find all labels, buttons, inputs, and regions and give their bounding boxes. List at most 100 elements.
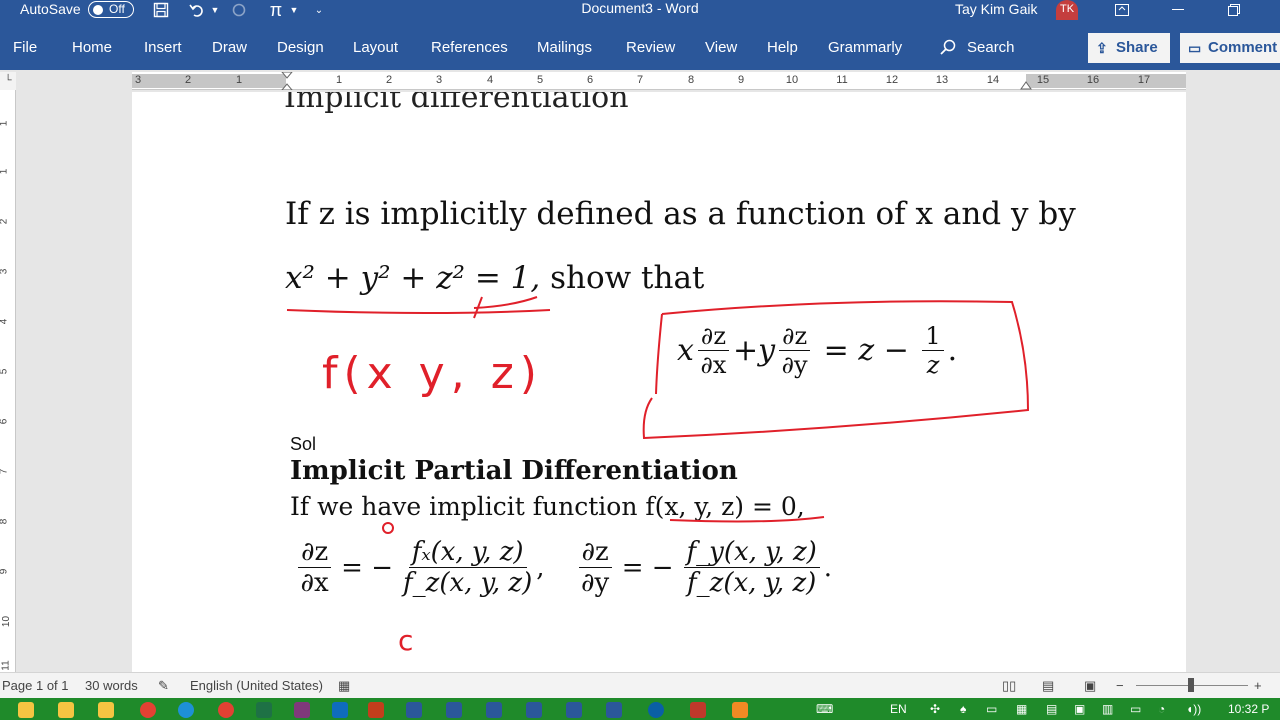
denominator: f_z(x, y, z)	[403, 568, 533, 598]
tab-review[interactable]: Review	[626, 39, 675, 56]
document-page[interactable]: Implicit differentiation If z is implici…	[132, 92, 1186, 672]
chrome-icon[interactable]	[218, 702, 234, 718]
print-layout-icon[interactable]: ▤	[1042, 678, 1054, 694]
indent-marker-icon[interactable]	[280, 72, 294, 90]
word-icon[interactable]	[566, 702, 582, 718]
network-icon[interactable]: ◔	[1158, 702, 1165, 716]
vertical-ruler[interactable]: 1 1 2 3 4 5 6 7 8 9 10 11	[0, 90, 16, 672]
target-identity[interactable]: x ∂z ∂x + y ∂z ∂y = z − 1 z .	[677, 322, 957, 379]
user-name[interactable]: Tay Kim Gaik	[955, 0, 1037, 18]
tab-mailings[interactable]: Mailings	[537, 39, 592, 56]
undo-icon[interactable]	[186, 0, 208, 20]
ruler-mark: 8	[0, 519, 9, 525]
left-margin-area	[132, 74, 286, 88]
tray-app-icon[interactable]: ▤	[1046, 702, 1057, 716]
word-count[interactable]: 30 words	[85, 678, 138, 693]
tab-insert[interactable]: Insert	[144, 39, 182, 56]
outlook-icon[interactable]	[332, 702, 348, 718]
powerpoint-icon[interactable]	[368, 702, 384, 718]
tray-app-icon[interactable]: ✣	[930, 702, 940, 716]
input-language[interactable]: EN	[890, 702, 907, 716]
read-mode-icon[interactable]: ▯▯	[1002, 678, 1016, 694]
keyboard-icon[interactable]: ⌨	[816, 702, 833, 716]
undo-dropdown-icon[interactable]: ▼	[209, 0, 221, 20]
tab-view[interactable]: View	[705, 39, 737, 56]
vlc-icon[interactable]	[732, 702, 748, 718]
user-avatar[interactable]: TK	[1056, 0, 1078, 20]
underline-stroke	[286, 309, 551, 314]
autosave-toggle[interactable]: Off	[88, 1, 134, 18]
problem-statement-line2[interactable]: x² + y² + z² = 1, show that	[285, 260, 704, 296]
ruler-mark: 2	[0, 219, 9, 225]
word-icon[interactable]	[526, 702, 542, 718]
word-icon[interactable]	[406, 702, 422, 718]
tray-app-icon[interactable]: ▥	[1102, 702, 1113, 716]
macro-icon[interactable]: ▦	[338, 678, 350, 694]
folder-icon[interactable]	[58, 702, 74, 718]
restore-icon[interactable]	[1224, 0, 1244, 20]
word-icon[interactable]	[606, 702, 622, 718]
ruler-mark: 12	[885, 74, 899, 86]
word-icon[interactable]	[486, 702, 502, 718]
clock[interactable]: 10:32 P	[1228, 702, 1269, 716]
share-button[interactable]: ⇪ Share	[1088, 33, 1170, 63]
save-icon[interactable]	[150, 0, 172, 20]
tab-home[interactable]: Home	[72, 39, 112, 56]
denominator: ∂y	[781, 351, 808, 379]
tray-app-icon[interactable]: ▭	[986, 702, 997, 716]
proofing-icon[interactable]: ✎	[158, 678, 169, 694]
word-icon[interactable]	[446, 702, 462, 718]
tab-grammarly[interactable]: Grammarly	[828, 39, 902, 56]
minimize-icon[interactable]	[1168, 0, 1188, 20]
tab-file[interactable]: File	[13, 39, 37, 56]
customize-toolbar-icon[interactable]: ⌄	[312, 0, 326, 20]
zoom-slider-thumb[interactable]	[1188, 678, 1194, 692]
ink-dot	[382, 522, 394, 534]
horizontal-ruler[interactable]: 3 2 1 1 2 3 4 5 6 7 8 9 10 11 12 13 14 1…	[132, 72, 1186, 90]
redo-icon[interactable]	[228, 0, 250, 20]
folder-icon[interactable]	[98, 702, 114, 718]
tray-app-icon[interactable]: ♠	[960, 702, 966, 716]
comments-button[interactable]: ▭ Comment	[1180, 33, 1280, 63]
equation-dropdown-icon[interactable]: ▼	[288, 0, 300, 20]
sol-label: Sol	[290, 434, 317, 454]
search-icon[interactable]	[940, 39, 956, 57]
web-layout-icon[interactable]: ▣	[1084, 678, 1096, 694]
tab-selector[interactable]: └	[0, 72, 16, 90]
volume-icon[interactable]: ◖))	[1186, 702, 1201, 716]
pi-equation-icon[interactable]: π	[265, 0, 287, 20]
battery-icon[interactable]: ▭	[1130, 702, 1141, 716]
fraction-1-over-z: 1 z	[922, 322, 944, 379]
tab-references[interactable]: References	[431, 39, 508, 56]
implicit-function-statement: If we have implicit function f(x, y, z) …	[290, 492, 805, 521]
search-label[interactable]: Search	[967, 39, 1015, 56]
excel-icon[interactable]	[256, 702, 272, 718]
file-explorer-icon[interactable]	[18, 702, 34, 718]
section-title: Implicit Partial Differentiation	[290, 456, 738, 486]
right-indent-marker-icon[interactable]	[1020, 78, 1032, 90]
tray-app-icon[interactable]: ▣	[1074, 702, 1085, 716]
tab-layout[interactable]: Layout	[353, 39, 398, 56]
globe-icon[interactable]	[648, 702, 664, 718]
share-label: Share	[1116, 39, 1158, 56]
tray-word-icon[interactable]: ▦	[1016, 702, 1027, 716]
numerator: f_y(x, y, z)	[683, 537, 820, 568]
equals-minus: = −	[341, 552, 393, 583]
denominator: z	[926, 351, 940, 379]
tab-design[interactable]: Design	[277, 39, 324, 56]
onenote-icon[interactable]	[294, 702, 310, 718]
app-icon[interactable]	[690, 702, 706, 718]
numerator: fₓ(x, y, z)	[408, 537, 527, 568]
chrome-icon[interactable]	[140, 702, 156, 718]
tab-draw[interactable]: Draw	[212, 39, 247, 56]
language[interactable]: English (United States)	[190, 678, 323, 693]
tab-help[interactable]: Help	[767, 39, 798, 56]
problem-statement-line1[interactable]: If z is implicitly defined as a function…	[285, 196, 1076, 232]
title-bar: AutoSave Off ▼ π ▼ ⌄ Document3 - Word Ta…	[0, 0, 1280, 20]
page-count[interactable]: Page 1 of 1	[2, 678, 69, 693]
edge-icon[interactable]	[178, 702, 194, 718]
denominator: ∂x	[700, 351, 727, 379]
ribbon-display-icon[interactable]	[1112, 0, 1132, 20]
zoom-in-icon[interactable]: +	[1254, 678, 1262, 693]
zoom-out-icon[interactable]: −	[1116, 678, 1124, 693]
